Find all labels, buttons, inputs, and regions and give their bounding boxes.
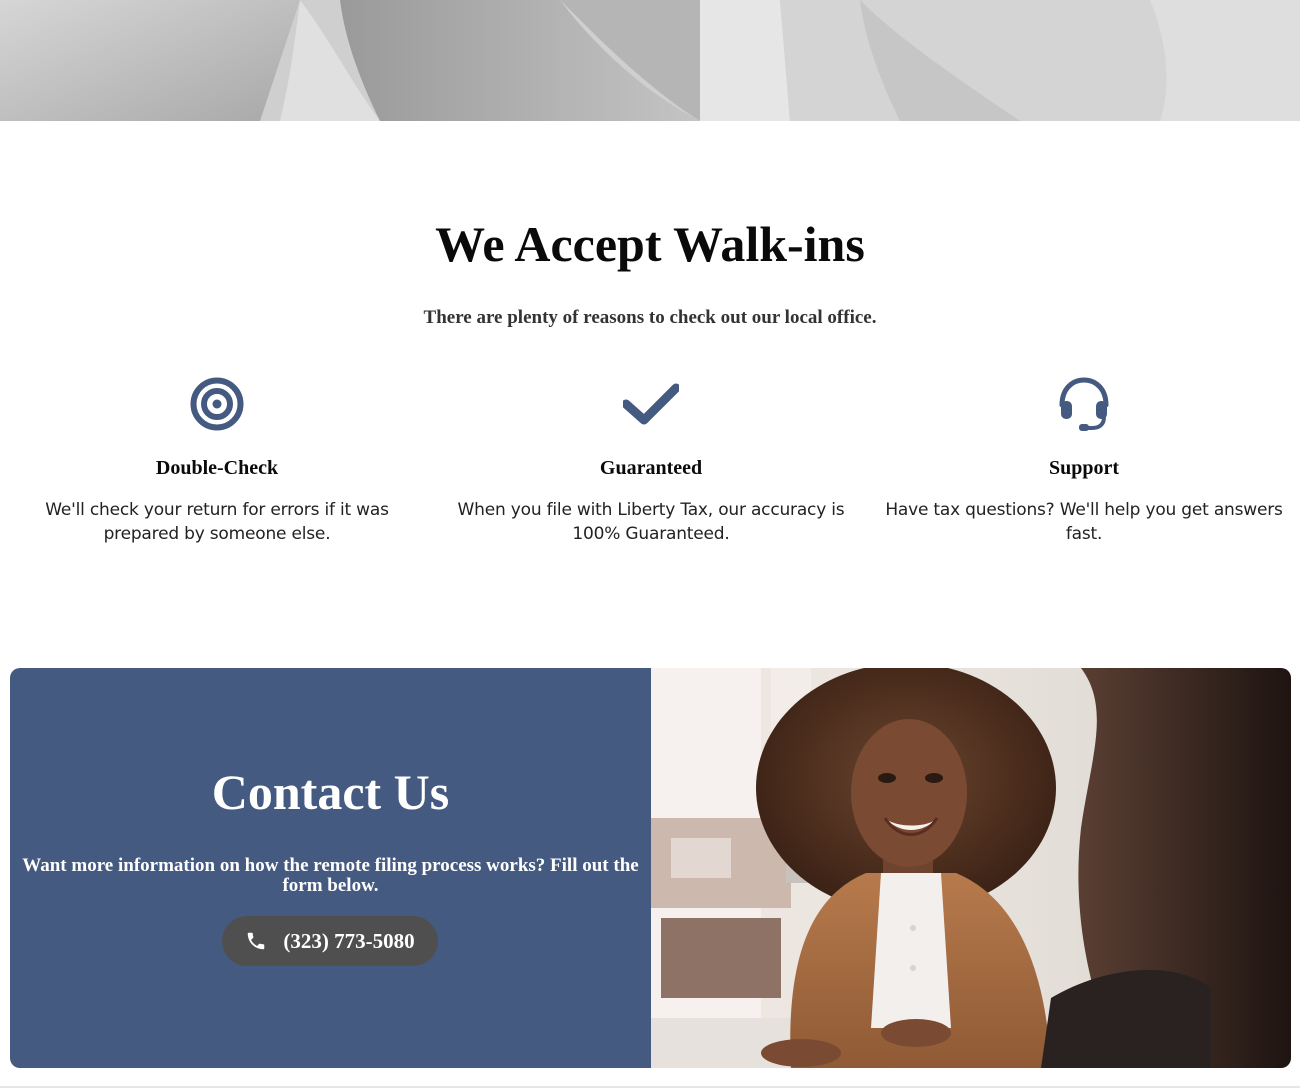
walkins-subtitle: There are plenty of reasons to check out… bbox=[423, 307, 877, 328]
contact-text: Want more information on how the remote … bbox=[22, 855, 639, 896]
contact-panel: Contact Us Want more information on how … bbox=[10, 668, 651, 1068]
checkmark-icon bbox=[451, 374, 851, 434]
phone-icon bbox=[245, 930, 267, 952]
feature-guaranteed: Guaranteed When you file with Liberty Ta… bbox=[451, 374, 851, 546]
meeting-photo-graphic bbox=[651, 668, 1291, 1068]
contact-title: Contact Us bbox=[211, 764, 450, 820]
feature-title: Double-Check bbox=[155, 457, 279, 479]
target-icon bbox=[17, 374, 417, 434]
headset-icon bbox=[884, 374, 1284, 434]
phone-number: (323) 773-5080 bbox=[283, 928, 415, 953]
feature-title: Support bbox=[1048, 457, 1120, 479]
feature-double-check: Double-Check We'll check your return for… bbox=[17, 374, 417, 546]
feature-support: Support Have tax questions? We'll help y… bbox=[884, 374, 1284, 546]
hero-photo-graphic bbox=[0, 0, 1300, 121]
hero-image bbox=[0, 0, 1300, 121]
feature-text: Have tax questions? We'll help you get a… bbox=[885, 500, 1283, 544]
phone-button[interactable]: (323) 773-5080 bbox=[222, 916, 438, 966]
feature-text: When you file with Liberty Tax, our accu… bbox=[457, 500, 845, 544]
feature-title: Guaranteed bbox=[599, 457, 703, 479]
feature-text: We'll check your return for errors if it… bbox=[45, 500, 389, 544]
contact-photo bbox=[651, 668, 1291, 1068]
walkins-title: We Accept Walk-ins bbox=[435, 216, 865, 272]
